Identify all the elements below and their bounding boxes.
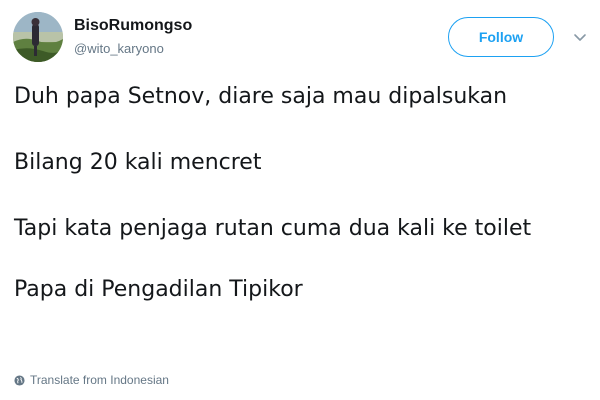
tweet-line-4: Papa di Pengadilan Tipikor <box>14 277 303 302</box>
tweet-line-3: Tapi kata penjaga rutan cuma dua kali ke… <box>14 216 532 241</box>
translate-label[interactable]: Translate from Indonesian <box>30 373 169 387</box>
user-handle[interactable]: @wito_karyono <box>74 40 192 58</box>
avatar[interactable] <box>13 12 63 62</box>
globe-icon <box>14 374 25 386</box>
tweet-card: BisoRumongso @wito_karyono Follow Duh pa… <box>0 0 600 400</box>
display-name[interactable]: BisoRumongso <box>74 16 192 36</box>
tweet-line-2: Bilang 20 kali mencret <box>14 150 262 175</box>
tweet-text: Duh papa Setnov, diare saja mau dipalsuk… <box>14 80 584 306</box>
tweet-header: BisoRumongso @wito_karyono Follow <box>0 0 600 76</box>
translate-link[interactable]: Translate from Indonesian <box>14 373 169 387</box>
avatar-image <box>13 12 63 62</box>
tweet-line-1: Duh papa Setnov, diare saja mau dipalsuk… <box>14 84 508 109</box>
follow-button[interactable]: Follow <box>448 17 554 57</box>
chevron-down-icon[interactable] <box>573 30 587 44</box>
user-info: BisoRumongso @wito_karyono <box>74 16 192 58</box>
